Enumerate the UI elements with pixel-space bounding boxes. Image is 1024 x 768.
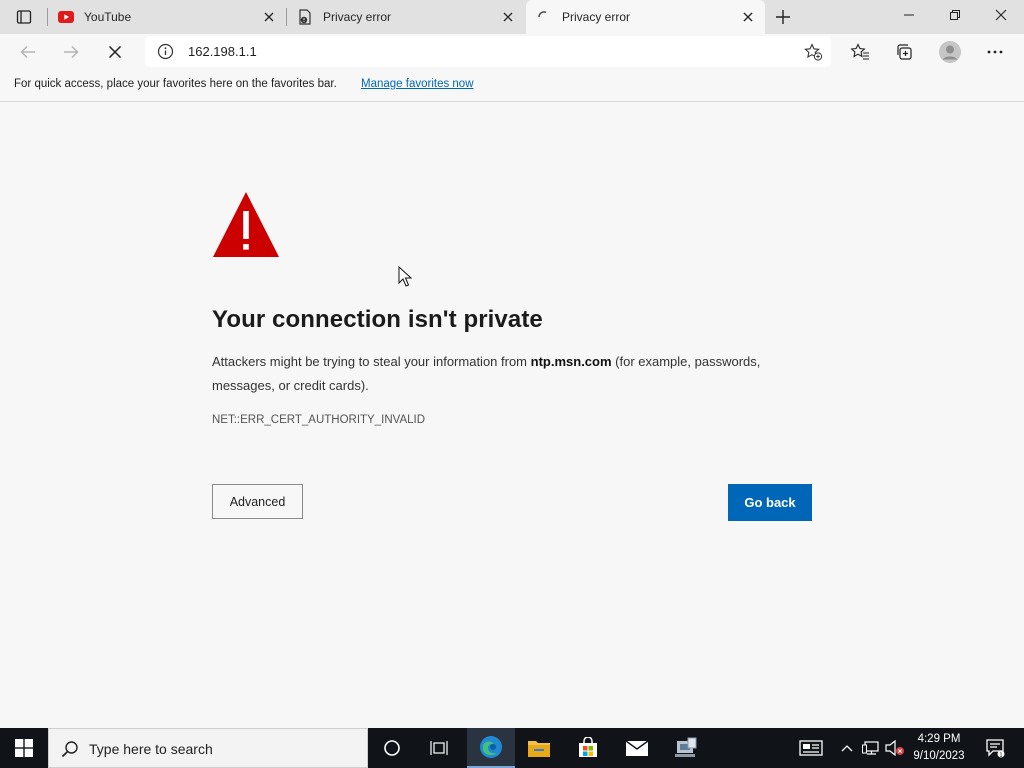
tab-title: Privacy error [323,9,392,24]
collections-icon [897,44,912,60]
folder-icon [528,741,550,757]
cortana-button[interactable] [368,728,416,768]
tab-privacy-error-active[interactable]: Privacy error [526,0,765,34]
forward-arrow-icon [64,45,79,59]
chevron-up-icon [841,745,853,752]
close-window-button[interactable] [978,0,1024,30]
restore-button[interactable] [932,0,978,30]
add-favorite-icon[interactable] [803,42,823,62]
minimize-button[interactable] [886,0,932,30]
warning-icon [212,191,280,259]
task-view-button[interactable] [416,728,464,768]
browser-toolbar: 162.198.1.1 [0,34,1024,70]
manage-favorites-link[interactable]: Manage favorites now [361,78,474,90]
tab-youtube[interactable]: YouTube [48,0,286,33]
edge-icon [480,736,502,758]
news-widget-button[interactable] [796,728,826,768]
start-button[interactable] [0,728,48,768]
mail-button[interactable] [613,728,661,768]
computer-app-icon [675,737,697,757]
error-code[interactable]: NET::ERR_CERT_AUTHORITY_INVALID [212,414,425,426]
cortana-icon [384,740,400,756]
network-button[interactable] [860,728,882,768]
network-icon [862,741,879,755]
stop-loading-button[interactable] [100,37,130,67]
news-icon [799,740,823,756]
taskbar-edge-button[interactable] [467,728,515,768]
tab-actions-icon[interactable] [8,6,40,28]
back-button[interactable] [13,37,43,67]
tab-title: Privacy error [562,10,631,24]
clock-time: 4:29 PM [917,733,961,745]
youtube-icon [58,9,74,25]
profile-button[interactable] [935,37,965,67]
tab-strip: YouTube Privacy error Privacy error [0,0,1024,34]
tab-title: YouTube [84,9,132,24]
favorites-button[interactable] [845,37,875,67]
favorites-bar: For quick access, place your favorites h… [0,70,1024,102]
volume-muted-icon [885,740,904,756]
volume-button[interactable] [884,728,906,768]
site-info-icon[interactable] [157,43,174,60]
microsoft-store-button[interactable] [564,728,612,768]
taskbar-search-box[interactable]: Type here to search [48,728,368,768]
mouse-cursor-icon [398,265,413,288]
window-controls [886,0,1024,30]
file-explorer-button[interactable] [515,728,563,768]
collections-button[interactable] [889,37,919,67]
advanced-button[interactable]: Advanced [212,484,303,519]
new-tab-button[interactable] [770,4,796,30]
page-error-icon [297,8,313,25]
app-button[interactable] [662,728,710,768]
settings-more-button[interactable] [980,37,1010,67]
avatar-icon [939,41,961,63]
close-tab-icon[interactable] [501,10,515,24]
store-bag-icon [579,737,597,757]
favorites-bar-message: For quick access, place your favorites h… [14,78,337,90]
svg-text:1: 1 [999,752,1003,758]
page-content: Your connection isn't private Attackers … [0,103,1024,728]
search-placeholder: Type here to search [89,741,213,757]
windows-logo-icon [15,739,33,757]
host-name: ntp.msn.com [530,354,612,369]
mail-icon [625,740,649,756]
favorites-star-icon [850,43,869,60]
tab-privacy-error[interactable]: Privacy error [287,0,525,33]
task-view-icon [430,741,448,755]
go-back-button[interactable]: Go back [728,484,812,521]
loading-spinner-icon [536,9,552,25]
error-description: Attackers might be trying to steal your … [212,350,822,398]
page-title: Your connection isn't private [212,306,543,333]
close-tab-icon[interactable] [262,10,276,24]
plus-icon [776,10,790,24]
address-bar[interactable]: 162.198.1.1 [145,36,831,67]
taskbar-clock[interactable]: 4:29 PM 9/10/2023 [906,731,972,765]
forward-button[interactable] [56,37,86,67]
more-dots-icon [987,50,1003,54]
back-arrow-icon [20,45,35,59]
show-hidden-icons-button[interactable] [838,728,856,768]
clock-date: 9/10/2023 [913,750,965,762]
description-text: Attackers might be trying to steal your … [212,354,531,369]
action-center-button[interactable]: 1 [978,728,1012,768]
close-icon [108,45,122,59]
notification-icon: 1 [986,739,1005,758]
close-tab-icon[interactable] [741,10,755,24]
address-text[interactable]: 162.198.1.1 [188,44,257,59]
taskbar: Type here to search 4:29 PM 9/10/2023 1 [0,728,1024,768]
search-icon [61,740,79,758]
